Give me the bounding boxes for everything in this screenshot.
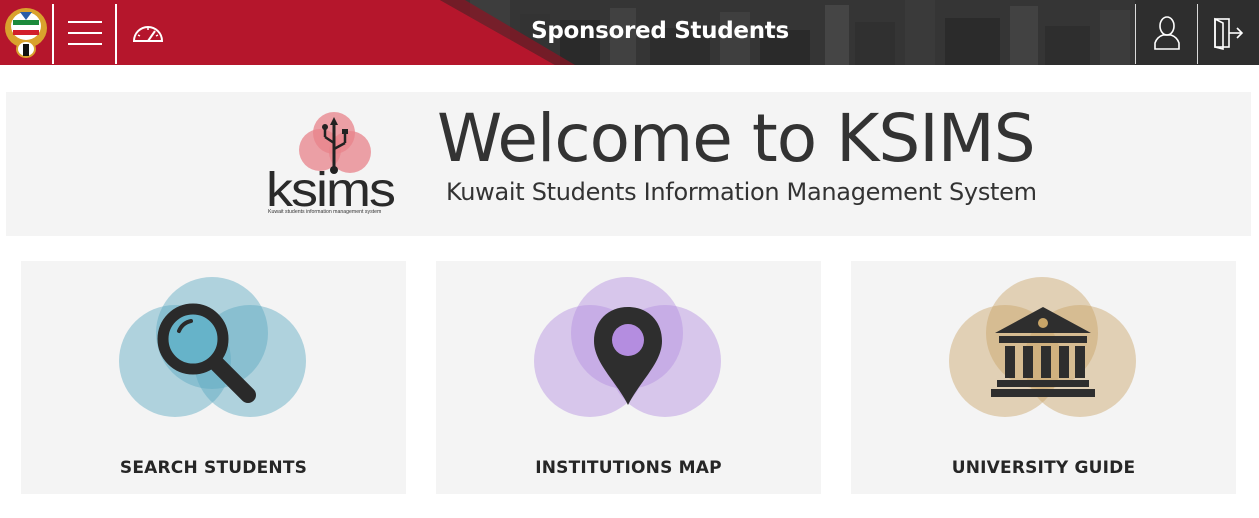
ksims-logo: ksims Kuwait students information manage… <box>266 112 396 215</box>
speedometer-icon <box>132 25 164 42</box>
top-header-bar: Sponsored Students <box>0 0 1259 65</box>
institutions-map-label: INSTITUTIONS MAP <box>535 458 722 478</box>
search-students-card[interactable]: SEARCH STUDENTS <box>21 261 406 494</box>
page-title: Sponsored Students <box>531 18 789 44</box>
logout-button[interactable] <box>1198 0 1259 65</box>
university-guide-card[interactable]: UNIVERSITY GUIDE <box>851 261 1236 494</box>
map-pin-icon <box>534 277 721 417</box>
profile-button[interactable] <box>1136 0 1197 65</box>
ksims-logo-text: ksims <box>266 161 394 215</box>
user-icon <box>1153 15 1180 50</box>
university-building-icon <box>949 277 1136 417</box>
welcome-subheading: Kuwait Students Information Management S… <box>446 178 1037 206</box>
dashboard-button[interactable] <box>118 0 178 65</box>
logout-door-icon <box>1213 17 1243 50</box>
welcome-heading: Welcome to KSIMS <box>437 100 1036 177</box>
menu-button[interactable] <box>55 0 115 65</box>
hamburger-menu-icon <box>68 20 102 45</box>
university-guide-label: UNIVERSITY GUIDE <box>951 458 1136 478</box>
search-students-label: SEARCH STUDENTS <box>119 458 308 478</box>
header-separator <box>52 4 54 64</box>
magnifier-icon <box>119 277 306 417</box>
institutions-map-card[interactable]: INSTITUTIONS MAP <box>436 261 821 494</box>
ksims-logo-tagline: Kuwait students information management s… <box>268 209 381 215</box>
header-separator <box>115 4 117 64</box>
kuwait-emblem-logo <box>2 4 50 60</box>
welcome-banner: ksims Kuwait students information manage… <box>6 92 1251 236</box>
